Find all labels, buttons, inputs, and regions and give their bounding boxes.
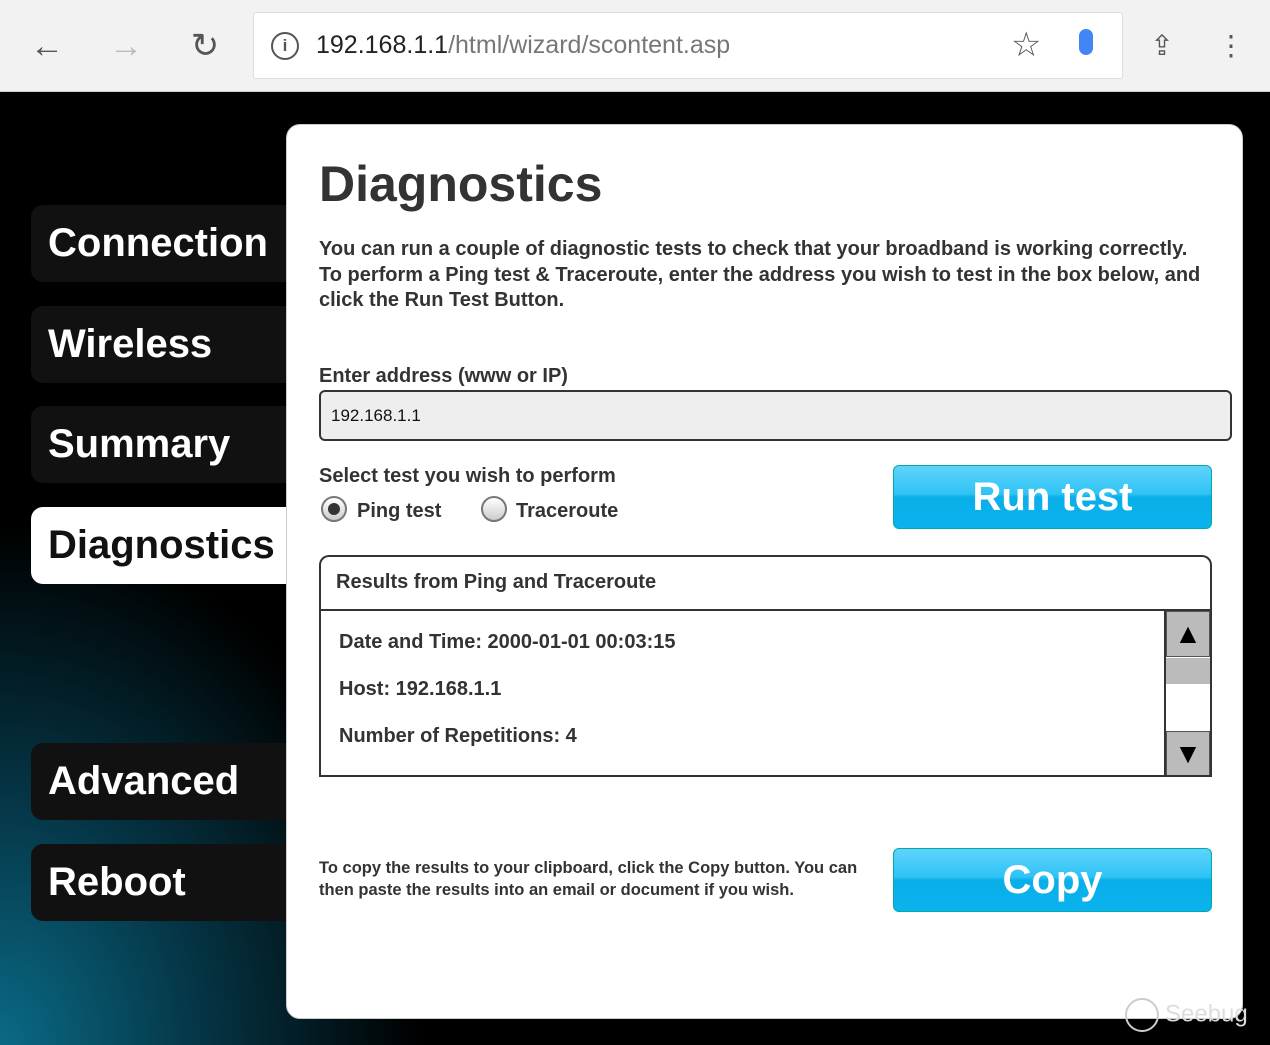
reload-icon[interactable]: ↻ xyxy=(183,24,227,68)
url-host: 192.168.1.1 xyxy=(316,31,449,59)
star-icon[interactable]: ☆ xyxy=(1011,25,1041,65)
result-line: Number of Repetitions: 4 xyxy=(339,725,577,747)
address-label: Enter address (www or IP) xyxy=(319,365,568,387)
ping-test-label[interactable]: Ping test xyxy=(357,500,441,523)
main-panel: Diagnostics You can run a couple of diag… xyxy=(286,124,1243,1019)
copy-button[interactable]: Copy xyxy=(893,848,1212,912)
info-icon[interactable]: i xyxy=(271,32,299,60)
sidebar-item-summary[interactable]: Summary xyxy=(31,406,291,483)
sidebar-item-reboot[interactable]: Reboot xyxy=(31,844,291,921)
ping-test-radio[interactable] xyxy=(321,496,347,522)
share-icon[interactable]: ⇪ xyxy=(1140,24,1184,68)
microphone-icon[interactable] xyxy=(1079,29,1093,55)
sidebar-item-diagnostics[interactable]: Diagnostics xyxy=(31,507,291,584)
scroll-down-icon[interactable]: ▼ xyxy=(1166,731,1210,775)
results-box: Results from Ping and Traceroute Date an… xyxy=(319,555,1212,777)
menu-icon[interactable]: ⋮ xyxy=(1209,24,1253,68)
sidebar-item-advanced[interactable]: Advanced xyxy=(31,743,291,820)
scrollbar[interactable]: ▲ ▼ xyxy=(1164,611,1210,775)
description-line-1: You can run a couple of diagnostic tests… xyxy=(319,238,1188,260)
back-icon[interactable]: ← xyxy=(25,24,69,68)
copy-instructions: To copy the results to your clipboard, c… xyxy=(319,859,858,899)
description: You can run a couple of diagnostic tests… xyxy=(319,237,1219,314)
url-text[interactable]: 192.168.1.1/html/wizard/scontent.asp xyxy=(316,31,730,60)
result-line: Host: 192.168.1.1 xyxy=(339,678,502,700)
traceroute-label[interactable]: Traceroute xyxy=(516,500,618,523)
watermark: Seebug xyxy=(1125,998,1248,1032)
address-bar[interactable]: i 192.168.1.1/html/wizard/scontent.asp ☆ xyxy=(253,12,1123,79)
seebug-logo-icon xyxy=(1125,998,1159,1032)
sidebar-item-connection[interactable]: Connection xyxy=(31,205,291,282)
scrollbar-thumb[interactable] xyxy=(1166,658,1210,684)
scroll-up-icon[interactable]: ▲ xyxy=(1166,611,1210,657)
sidebar-item-wireless[interactable]: Wireless xyxy=(31,306,291,383)
watermark-text: Seebug xyxy=(1165,1000,1248,1028)
forward-icon[interactable]: → xyxy=(104,24,148,68)
traceroute-radio[interactable] xyxy=(481,496,507,522)
address-input[interactable] xyxy=(319,390,1232,441)
browser-toolbar: ← → ↻ i 192.168.1.1/html/wizard/scontent… xyxy=(0,0,1270,92)
run-test-button[interactable]: Run test xyxy=(893,465,1212,529)
results-title: Results from Ping and Traceroute xyxy=(321,557,1210,611)
results-content[interactable]: Date and Time: 2000-01-01 00:03:15 Host:… xyxy=(321,611,1210,777)
url-path: /html/wizard/scontent.asp xyxy=(448,31,731,59)
result-line: Date and Time: 2000-01-01 00:03:15 xyxy=(339,631,676,653)
page-title: Diagnostics xyxy=(319,156,603,212)
select-test-label: Select test you wish to perform xyxy=(319,465,616,487)
description-line-2: To perform a Ping test & Traceroute, ent… xyxy=(319,263,1201,312)
